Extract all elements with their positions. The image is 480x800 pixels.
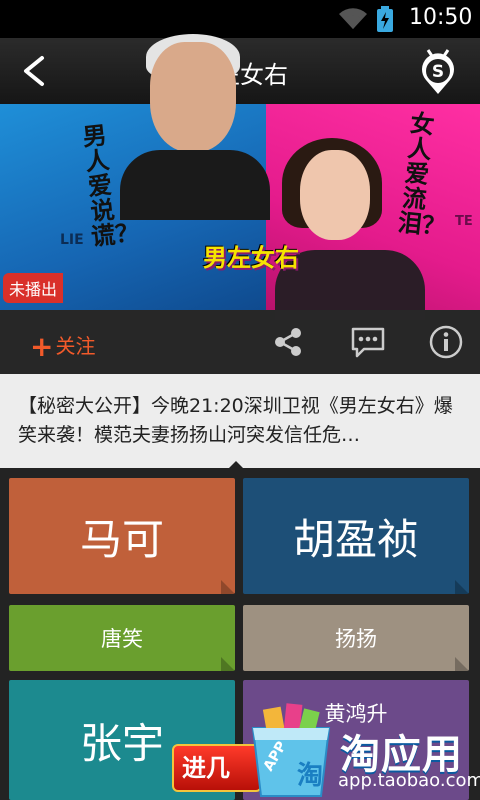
host-man-suit — [120, 150, 270, 220]
wifi-icon — [339, 8, 367, 30]
banner-right-tag: TE — [455, 214, 473, 229]
share-icon[interactable] — [272, 326, 304, 358]
person-name: 唐笑 — [101, 627, 143, 651]
person-name: 马可 — [79, 514, 164, 564]
host-man-face — [150, 42, 236, 152]
person-name: 张宇 — [79, 718, 164, 768]
s-badge-icon[interactable]: S — [416, 46, 460, 96]
action-bar: + 关注 — [0, 310, 480, 374]
page-title: 男左女右 — [192, 61, 288, 89]
info-icon[interactable] — [428, 324, 464, 360]
description-text: 【秘密大公开】今晚21:20深圳卫视《男左女右》爆笑来袭！模范夫妻扬扬山河突发信… — [18, 395, 453, 446]
follow-label: 关注 — [55, 334, 96, 358]
person-tile[interactable]: 胡盈祯 — [243, 478, 469, 594]
person-name: 扬扬 — [335, 627, 377, 651]
show-description[interactable]: 【秘密大公开】今晚21:20深圳卫视《男左女右》爆笑来袭！模范夫妻扬扬山河突发信… — [0, 374, 480, 468]
taobao-bag-icon[interactable]: APP 淘 — [245, 700, 337, 800]
bag-tao-label: 淘 — [297, 761, 323, 791]
plus-icon: + — [30, 330, 54, 363]
status-badge: 未播出 — [3, 273, 64, 303]
battery-charging-icon — [377, 6, 393, 32]
person-tile[interactable]: 马可 — [9, 478, 235, 594]
show-logo: 男左女右 — [203, 244, 299, 272]
svg-text:S: S — [432, 62, 444, 82]
person-name: 胡盈祯 — [292, 514, 419, 564]
comment-icon[interactable] — [350, 326, 386, 358]
title-bar: 男左女右 — [0, 38, 480, 105]
clock: 10:50 — [409, 5, 473, 30]
status-bar: 10:50 — [0, 0, 480, 38]
person-tile[interactable]: 唐笑 — [9, 605, 235, 671]
banner-left-tag: LIE — [60, 232, 84, 248]
follow-button[interactable]: + 关注 — [30, 330, 95, 363]
taobao-url: app.taobao.com — [338, 770, 480, 791]
host-woman-face — [300, 150, 370, 240]
person-tile[interactable]: 扬扬 — [243, 605, 469, 671]
